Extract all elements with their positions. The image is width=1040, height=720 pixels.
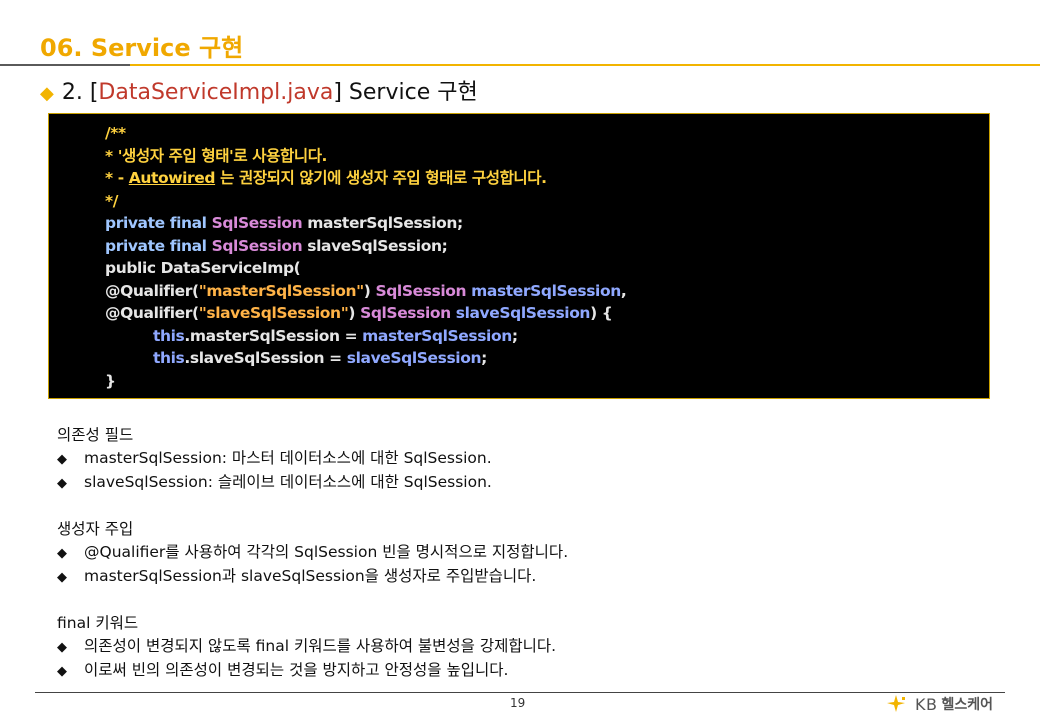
code-comment: * - <box>105 169 129 187</box>
bullet-text: slaveSqlSession: 슬레이브 데이터소스에 대한 SqlSessi… <box>84 473 492 491</box>
section-dependency-fields: 의존성 필드 ◆ masterSqlSession: 마스터 데이터소스에 대한 … <box>57 424 568 496</box>
code-type: SqlSession <box>360 304 451 322</box>
page-number: 19 <box>510 696 526 710</box>
bullet-text: 의존성이 변경되지 않도록 final 키워드를 사용하여 불변성을 강제합니다… <box>84 636 557 655</box>
code-annotation: @Qualifier( <box>105 281 199 300</box>
bullet-item: ◆ @Qualifier를 사용하여 각각의 SqlSession 빈을 명시적으… <box>57 541 568 566</box>
code-line-4: */ <box>105 191 118 210</box>
section-title: final 키워드 <box>57 614 139 632</box>
subtitle-prefix: 2. [ <box>61 80 99 105</box>
code-string: "slaveSqlSession" <box>198 304 349 322</box>
code-line-7: public DataServiceImp( <box>105 259 301 277</box>
code-type: SqlSession <box>211 214 303 232</box>
code-keyword: private final <box>105 214 212 232</box>
bullet-item: ◆ 이로써 빈의 의존성이 변경되는 것을 방지하고 안정성을 높입니다. <box>57 659 568 684</box>
code-autowired-link: Autowired <box>128 169 216 187</box>
code-line-12: } <box>105 371 116 390</box>
diamond-bullet-icon: ◆ <box>57 570 67 585</box>
bullet-text: @Qualifier를 사용하여 각각의 SqlSession 빈을 명시적으로… <box>84 542 569 561</box>
kb-healthcare-logo: KB 헬스케어 <box>887 694 993 714</box>
kb-star-icon <box>887 695 905 712</box>
code-block: /** * '생성자 주입 형태'로 사용합니다. * - Autowired … <box>48 113 990 399</box>
diamond-bullet-icon: ◆ <box>40 83 54 104</box>
code-punct: ) { <box>590 304 613 322</box>
code-line-10: this.masterSqlSession = masterSqlSession… <box>105 325 989 348</box>
code-this: this <box>153 349 185 367</box>
code-comment: 는 권장되지 않기에 생성자 주입 형태로 구성합니다. <box>215 169 547 187</box>
code-param: masterSqlSession <box>362 326 512 345</box>
code-annotation: @Qualifier( <box>105 304 199 322</box>
code-punct: , <box>620 281 627 300</box>
bullet-item: ◆ slaveSqlSession: 슬레이브 데이터소스에 대한 SqlSess… <box>57 471 568 496</box>
bullet-text: 이로써 빈의 의존성이 변경되는 것을 방지하고 안정성을 높입니다. <box>84 661 509 679</box>
code-line-11: this.slaveSqlSession = slaveSqlSession; <box>105 347 989 370</box>
footer-rule <box>35 692 1005 693</box>
code-punct: ; <box>511 326 518 345</box>
code-identifier: masterSqlSession; <box>302 214 463 232</box>
code-line-3: * - Autowired 는 권장되지 않기에 생성자 주입 형태로 구성합니… <box>105 167 989 190</box>
logo-healthcare-text: 헬스케어 <box>941 697 993 713</box>
subtitle-suffix: ] Service 구현 <box>333 80 478 105</box>
code-this: this <box>153 326 185 345</box>
bullet-text: masterSqlSession과 slaveSqlSession을 생성자로 … <box>84 567 537 585</box>
section-final-keyword: final 키워드 ◆ 의존성이 변경되지 않도록 final 키워드를 사용하여… <box>57 612 568 684</box>
diamond-bullet-icon: ◆ <box>57 545 67 561</box>
title-rule-accent <box>130 64 1040 66</box>
code-param: slaveSqlSession <box>346 349 482 367</box>
code-line-6: private final SqlSession slaveSqlSession… <box>105 235 989 258</box>
code-line-1: /** <box>105 124 126 142</box>
bullet-text: masterSqlSession: 마스터 데이터소스에 대한 SqlSessi… <box>84 448 492 467</box>
diamond-bullet-icon: ◆ <box>57 451 67 467</box>
logo-kb-text: KB <box>915 694 938 714</box>
diamond-bullet-icon: ◆ <box>57 664 67 679</box>
code-line-5: private final SqlSession masterSqlSessio… <box>105 212 989 235</box>
code-type: SqlSession <box>211 236 303 255</box>
code-param: slaveSqlSession <box>450 304 591 322</box>
section-title: 생성자 주입 <box>57 520 134 538</box>
code-punct: ) <box>363 281 376 300</box>
code-param: masterSqlSession <box>466 281 621 300</box>
section-title: 의존성 필드 <box>57 426 134 444</box>
code-field: .slaveSqlSession = <box>184 349 347 367</box>
code-line-9: @Qualifier("slaveSqlSession") SqlSession… <box>105 302 989 325</box>
code-type: SqlSession <box>375 281 467 300</box>
diamond-bullet-icon: ◆ <box>57 639 67 655</box>
bullet-item: ◆ masterSqlSession과 slaveSqlSession을 생성자로… <box>57 565 568 590</box>
code-identifier: slaveSqlSession; <box>302 236 448 255</box>
page-title: 06. Service 구현 <box>40 34 244 62</box>
code-line-2: * '생성자 주입 형태'로 사용합니다. <box>105 146 328 165</box>
code-keyword: private final <box>105 236 212 255</box>
subtitle-filename: DataServiceImpl.java <box>98 80 334 105</box>
code-string: "masterSqlSession" <box>198 281 364 300</box>
diamond-bullet-icon: ◆ <box>57 476 67 491</box>
code-field: .masterSqlSession = <box>184 326 363 345</box>
bullet-item: ◆ 의존성이 변경되지 않도록 final 키워드를 사용하여 불변성을 강제합니… <box>57 635 568 660</box>
section-constructor-injection: 생성자 주입 ◆ @Qualifier를 사용하여 각각의 SqlSession … <box>57 518 568 590</box>
code-line-8: @Qualifier("masterSqlSession") SqlSessio… <box>105 280 989 303</box>
bullet-item: ◆ masterSqlSession: 마스터 데이터소스에 대한 SqlSess… <box>57 447 568 472</box>
code-punct: ; <box>481 349 487 367</box>
code-punct: ) <box>348 304 361 322</box>
section-heading: ◆ 2. [DataServiceImpl.java] Service 구현 <box>40 74 478 106</box>
title-rule-dark <box>0 64 130 66</box>
explanation-body: 의존성 필드 ◆ masterSqlSession: 마스터 데이터소스에 대한 … <box>57 424 568 706</box>
